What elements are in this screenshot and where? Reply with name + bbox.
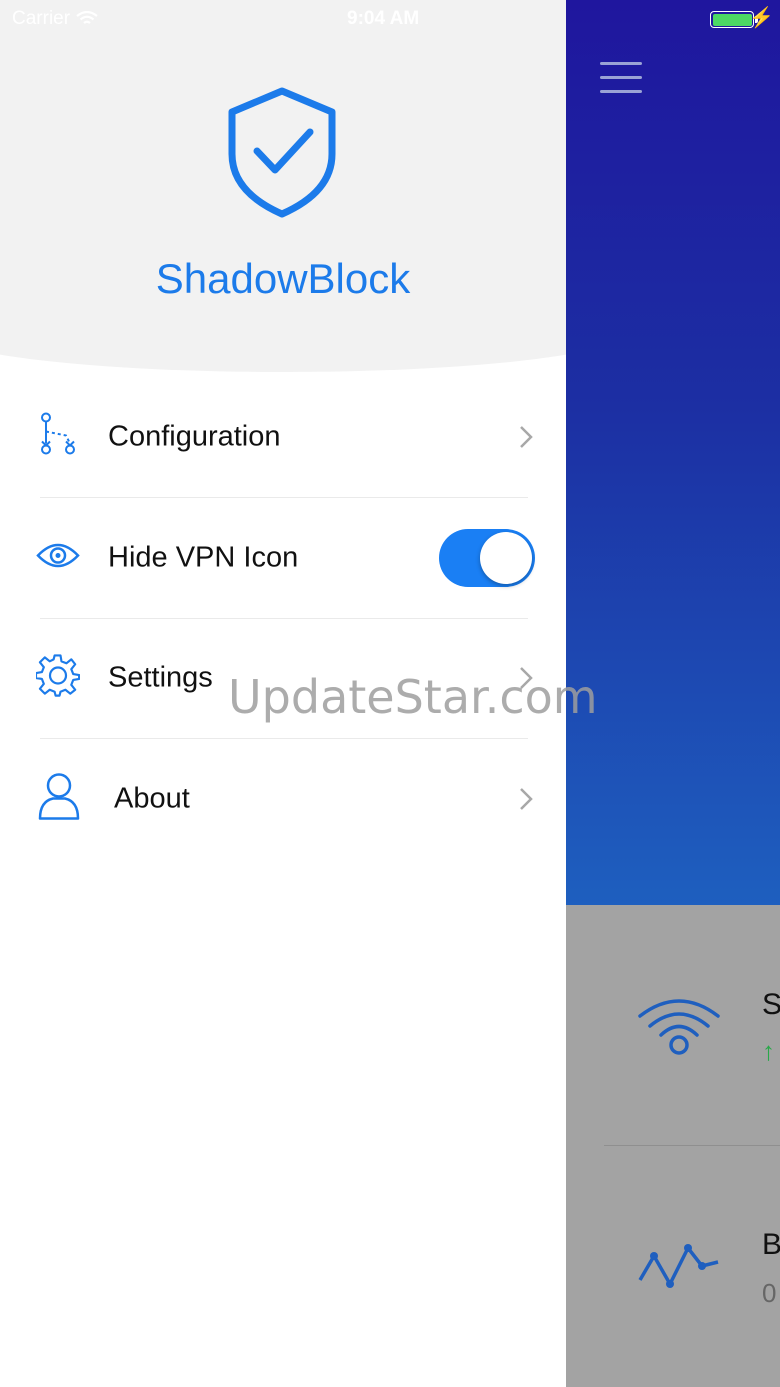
main-header-panel — [566, 0, 780, 905]
eye-icon — [36, 541, 80, 576]
status-time: 9:04 AM — [347, 8, 420, 29]
watermark: UpdateStar.com — [228, 670, 598, 724]
menu-item-configuration[interactable]: Configuration — [0, 377, 566, 497]
wifi-status-icon — [76, 11, 98, 24]
menu-item-hide-vpn-icon: Hide VPN Icon — [0, 498, 566, 618]
app-name: ShadowBlock — [155, 255, 411, 302]
card-title-status: S — [762, 988, 780, 1021]
wifi-icon — [636, 994, 722, 1061]
hamburger-icon[interactable] — [600, 62, 642, 96]
toggle-knob — [480, 532, 532, 584]
main-stats-panel — [566, 905, 780, 1387]
person-icon — [36, 772, 82, 827]
bandwidth-graph-icon — [636, 1240, 722, 1297]
shield-check-icon — [224, 86, 340, 220]
card-sub-bandwidth: 0 — [762, 1278, 777, 1308]
gear-icon — [34, 654, 81, 703]
route-nodes-icon — [36, 412, 78, 463]
card-divider — [604, 1145, 780, 1146]
card-title-bandwidth: B — [762, 1228, 780, 1261]
chevron-right-icon — [516, 786, 536, 812]
menu-label: Configuration — [108, 420, 281, 453]
main-screen: ⚡ S ↑ B 0 — [566, 0, 780, 1387]
upload-arrow: ↑ — [762, 1036, 775, 1066]
charging-bolt-icon: ⚡ — [749, 7, 774, 29]
menu-label: Hide VPN Icon — [108, 541, 299, 574]
menu-label: Settings — [108, 661, 213, 694]
menu-label: About — [114, 782, 190, 815]
status-carrier: Carrier — [12, 8, 98, 30]
chevron-right-icon — [516, 424, 536, 450]
hide-vpn-toggle[interactable] — [439, 529, 535, 587]
menu-item-about[interactable]: About — [0, 739, 566, 859]
battery-icon — [710, 11, 754, 28]
